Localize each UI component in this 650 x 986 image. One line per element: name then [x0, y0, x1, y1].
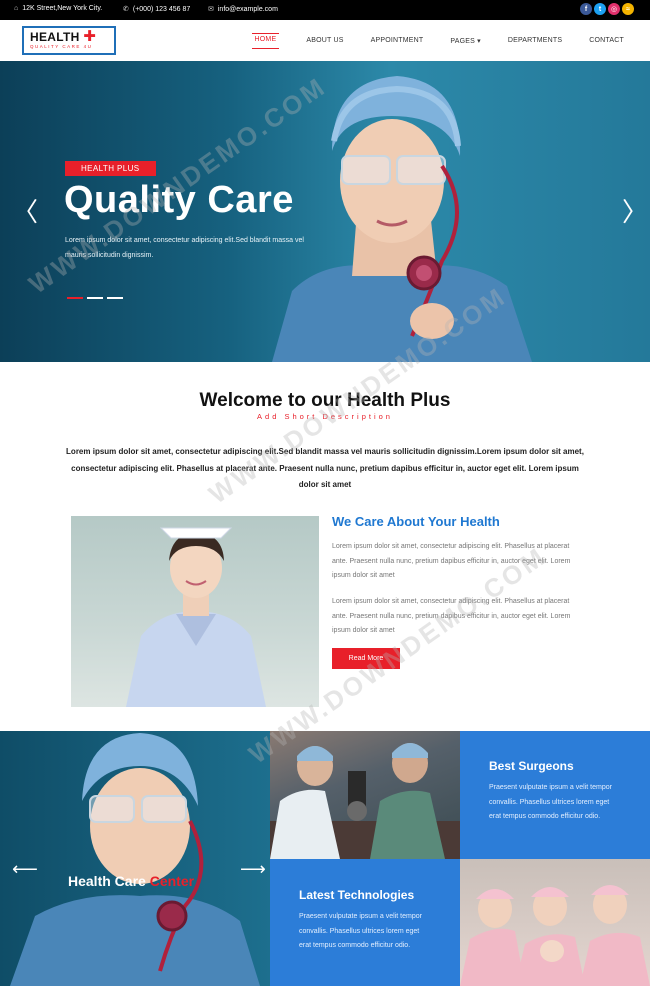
email-info[interactable]: ✉ info@example.com	[208, 5, 278, 14]
phone-text[interactable]: (+000) 123 456 87	[133, 6, 190, 13]
surgeons-text: Praesent vulputate ipsum a velit tempor …	[489, 784, 612, 820]
welcome-title: Welcome to our Health Plus	[199, 390, 451, 411]
nav-home[interactable]: HOME	[251, 33, 280, 49]
nav-appointment[interactable]: APPOINTMENT	[371, 33, 424, 49]
envelope-icon: ✉	[208, 6, 214, 13]
phone-icon: ✆	[123, 6, 129, 13]
slider-caption: Health Care Center	[68, 873, 194, 889]
hero-slider: HEALTH PLUS Quality Care Lorem ipsum dol…	[0, 61, 650, 362]
social-links: f t ◎ ≈	[580, 3, 634, 15]
nav-contact[interactable]: CONTACT	[589, 33, 624, 49]
address-info: ⌂ 12K Street,New York City.	[14, 5, 102, 12]
bottom-next-arrow-icon[interactable]: ⟶	[240, 859, 266, 880]
main-nav: HOME ABOUT US APPOINTMENT PAGES ▾ DEPART…	[225, 33, 624, 49]
site-logo[interactable]: HEALTH ✚ QUALITY CARE 4U	[22, 26, 116, 55]
logo-brand: HEALTH ✚	[30, 28, 108, 45]
slider-caption-white: Health Care	[68, 873, 150, 889]
surgeons-photo	[270, 731, 460, 859]
read-more-button[interactable]: Read More	[332, 648, 400, 669]
welcome-subtitle: Add Short Description	[257, 412, 393, 421]
hero-badge: HEALTH PLUS	[65, 161, 156, 176]
hero-title: Quality Care	[64, 179, 294, 221]
care-paragraph-2: Lorem ipsum dolor sit amet, consectetur …	[332, 598, 571, 634]
bottom-prev-arrow-icon[interactable]: ⟵	[12, 859, 38, 880]
rss-icon[interactable]: ≈	[622, 3, 634, 15]
staff-photo	[460, 859, 650, 986]
nav-about-us[interactable]: ABOUT US	[306, 33, 343, 49]
site-header: HEALTH ✚ QUALITY CARE 4U HOME ABOUT US A…	[0, 20, 650, 61]
logo-brand-text: HEALTH	[30, 30, 80, 44]
nurse-photo	[71, 516, 319, 707]
slide-dot-3[interactable]	[107, 297, 123, 299]
email-text[interactable]: info@example.com	[218, 6, 278, 13]
hero-prev-arrow-icon[interactable]: 〈	[12, 199, 38, 225]
surgeons-card: Best Surgeons Praesent vulputate ipsum a…	[460, 731, 650, 859]
twitter-icon[interactable]: t	[594, 3, 606, 15]
top-bar: ⌂ 12K Street,New York City. ✆ (+000) 123…	[0, 0, 650, 20]
technology-text: Praesent vulputate ipsum a velit tempor …	[299, 913, 422, 949]
instagram-icon[interactable]: ◎	[608, 3, 620, 15]
cross-icon: ✚	[83, 28, 97, 45]
hero-next-arrow-icon[interactable]: 〉	[622, 199, 648, 225]
slider-caption-red: Center	[149, 873, 195, 889]
hero-nurse-image	[272, 76, 532, 362]
welcome-text: Lorem ipsum dolor sit amet, consectetur …	[66, 447, 584, 489]
technology-title: Latest Technologies	[299, 888, 415, 902]
nav-pages[interactable]: PAGES ▾	[450, 33, 480, 49]
bottom-nurse-image	[10, 733, 260, 986]
logo-tagline: QUALITY CARE 4U	[30, 44, 93, 49]
hero-description: Lorem ipsum dolor sit amet, consectetur …	[65, 237, 304, 259]
care-paragraph-1: Lorem ipsum dolor sit amet, consectetur …	[332, 543, 571, 579]
nav-departments[interactable]: DEPARTMENTS	[508, 33, 562, 49]
care-title: We Care About Your Health	[332, 514, 500, 529]
hero-pagination	[67, 297, 123, 299]
slide-dot-2[interactable]	[87, 297, 103, 299]
phone-info[interactable]: ✆ (+000) 123 456 87	[123, 5, 190, 14]
bottom-slider: ⟵ ⟶ Health Care Center	[0, 731, 270, 986]
address-text: 12K Street,New York City.	[22, 5, 103, 12]
technology-card: Latest Technologies Praesent vulputate i…	[270, 859, 460, 986]
facebook-icon[interactable]: f	[580, 3, 592, 15]
surgeons-title: Best Surgeons	[489, 759, 574, 773]
home-icon: ⌂	[14, 5, 19, 12]
slide-dot-1[interactable]	[67, 297, 83, 299]
